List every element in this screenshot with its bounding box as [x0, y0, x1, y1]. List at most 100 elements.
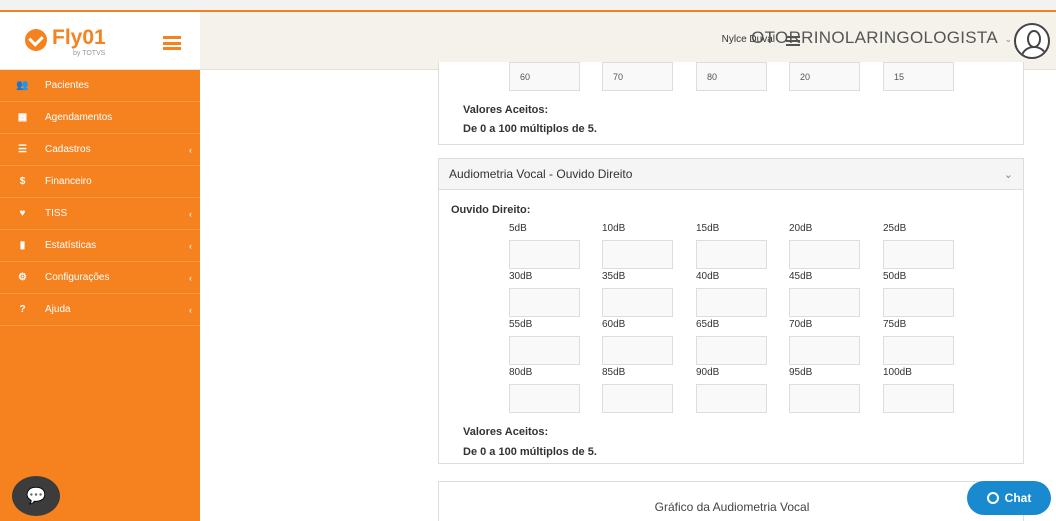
db-input[interactable] — [696, 288, 767, 317]
db-label: 65dB — [696, 319, 720, 330]
list-icon: ☰ — [18, 144, 27, 155]
db-label: 45dB — [789, 271, 813, 282]
db-input[interactable] — [602, 288, 673, 317]
db-label: 75dB — [883, 319, 907, 330]
chat-bubble-icon — [986, 492, 999, 504]
logo-icon — [25, 29, 47, 51]
db-input[interactable] — [883, 240, 954, 269]
db-label: 55dB — [509, 319, 533, 330]
sidebar-item[interactable]: ? Ajuda ‹ — [0, 294, 200, 326]
db-label: 40dB — [696, 271, 720, 282]
support-chat-icon[interactable]: 💬 — [12, 476, 60, 516]
db-input[interactable] — [883, 336, 954, 365]
sidebar-item[interactable]: 👥 Pacientes — [0, 70, 200, 102]
sidebar-item[interactable]: ⚙ Configurações ‹ — [0, 262, 200, 294]
chat-button[interactable]: Chat — [967, 481, 1051, 515]
db-label: 10dB — [602, 223, 626, 234]
avatar[interactable] — [1014, 23, 1050, 59]
db-label: 60dB — [602, 319, 626, 330]
value-field[interactable]: 80 — [696, 62, 767, 91]
dollar-icon: $ — [19, 176, 26, 187]
users-icon: 👥 — [16, 80, 29, 91]
chart-title: Gráfico da Audiometria Vocal — [654, 500, 810, 514]
db-input[interactable] — [602, 336, 673, 365]
sidebar-item-label: Agendamentos — [45, 112, 113, 123]
db-input[interactable] — [509, 240, 580, 269]
logo-text: Fly01 — [52, 26, 106, 49]
value-field[interactable]: 70 — [602, 62, 673, 91]
db-label: 70dB — [789, 319, 813, 330]
menu-toggle-icon[interactable] — [163, 36, 181, 50]
accepted-values-title: Valores Aceitos: — [463, 426, 549, 438]
db-input[interactable] — [696, 384, 767, 413]
db-label: 85dB — [602, 367, 626, 378]
sidebar-item[interactable]: ♥ TISS ‹ — [0, 198, 200, 230]
db-label: 50dB — [883, 271, 907, 282]
sidebar-item-label: Configurações — [45, 272, 110, 283]
db-input[interactable] — [696, 240, 767, 269]
chevron-down-icon[interactable]: ⌄ — [1004, 168, 1013, 181]
ear-label: Ouvido Direito: — [451, 204, 531, 216]
db-label: 95dB — [789, 367, 813, 378]
panel-previous-values: Valores Aceitos: De 0 a 100 múltiplos de… — [438, 62, 1024, 145]
value-field[interactable]: 60 — [509, 62, 580, 91]
value-field[interactable]: 20 — [789, 62, 860, 91]
db-input[interactable] — [883, 288, 954, 317]
chevron-left-icon: ‹ — [189, 144, 192, 155]
sidebar-item[interactable]: $ Financeiro — [0, 166, 200, 198]
sidebar-item-label: Ajuda — [45, 304, 71, 315]
db-input[interactable] — [602, 240, 673, 269]
panel-vocal-right-ear: Audiometria Vocal - Ouvido Direito ⌄ Ouv… — [438, 158, 1024, 464]
db-label: 30dB — [509, 271, 533, 282]
chevron-left-icon: ‹ — [189, 240, 192, 251]
panel-heading[interactable]: Audiometria Vocal - Ouvido Direito ⌄ — [439, 159, 1023, 190]
sidebar-item[interactable]: ☰ Cadastros ‹ — [0, 134, 200, 166]
db-input[interactable] — [602, 384, 673, 413]
accepted-values-text: De 0 a 100 múltiplos de 5. — [463, 123, 597, 135]
db-input[interactable] — [883, 384, 954, 413]
sidebar-item-label: Estatísticas — [45, 240, 97, 251]
db-input[interactable] — [696, 336, 767, 365]
chevron-left-icon: ‹ — [189, 304, 192, 315]
db-input[interactable] — [509, 384, 580, 413]
sidebar-item[interactable]: ▦ Agendamentos — [0, 102, 200, 134]
db-input[interactable] — [509, 336, 580, 365]
db-label: 20dB — [789, 223, 813, 234]
db-label: 5dB — [509, 223, 527, 234]
sidebar-item-label: Financeiro — [45, 176, 92, 187]
chevron-left-icon: ‹ — [189, 208, 192, 219]
db-label: 15dB — [696, 223, 720, 234]
chat-label: Chat — [1004, 491, 1032, 505]
db-input[interactable] — [789, 336, 860, 365]
sidebar-item[interactable]: ▮ Estatísticas ‹ — [0, 230, 200, 262]
question-icon: ? — [19, 304, 26, 315]
db-input[interactable] — [789, 288, 860, 317]
chevron-down-icon[interactable]: ⌄ — [1004, 34, 1012, 45]
value-field[interactable]: 15 — [883, 62, 954, 91]
brand-area: Fly01 by TOTVS — [0, 12, 200, 70]
sidebar-item-label: TISS — [45, 208, 68, 219]
sidebar-item-label: Pacientes — [45, 80, 89, 91]
db-label: 25dB — [883, 223, 907, 234]
db-input[interactable] — [789, 384, 860, 413]
db-label: 100dB — [883, 367, 912, 378]
accepted-values-text: De 0 a 100 múltiplos de 5. — [463, 446, 597, 458]
gear-icon: ⚙ — [18, 272, 27, 283]
panel-vocal-chart: Gráfico da Audiometria Vocal — [438, 481, 1024, 521]
sidebar-item-label: Cadastros — [45, 144, 91, 155]
chevron-left-icon: ‹ — [189, 272, 192, 283]
top-strip — [0, 0, 1056, 13]
calendar-icon: ▦ — [17, 112, 28, 123]
db-label: 80dB — [509, 367, 533, 378]
db-label: 35dB — [602, 271, 626, 282]
db-input[interactable] — [789, 240, 860, 269]
specialty-selector[interactable]: OTORRINOLARINGOLOGISTA — [751, 28, 998, 48]
logo-subtitle: by TOTVS — [73, 50, 106, 57]
accepted-values-title: Valores Aceitos: — [463, 104, 549, 116]
db-label: 90dB — [696, 367, 720, 378]
sidebar: 👥 Pacientes ▦ Agendamentos ☰ Cadastros ‹ $ Finan… — [0, 70, 200, 521]
bar-chart-icon: ▮ — [19, 240, 26, 251]
heartbeat-icon: ♥ — [19, 208, 26, 219]
panel-title: Audiometria Vocal - Ouvido Direito — [449, 167, 633, 181]
db-input[interactable] — [509, 288, 580, 317]
